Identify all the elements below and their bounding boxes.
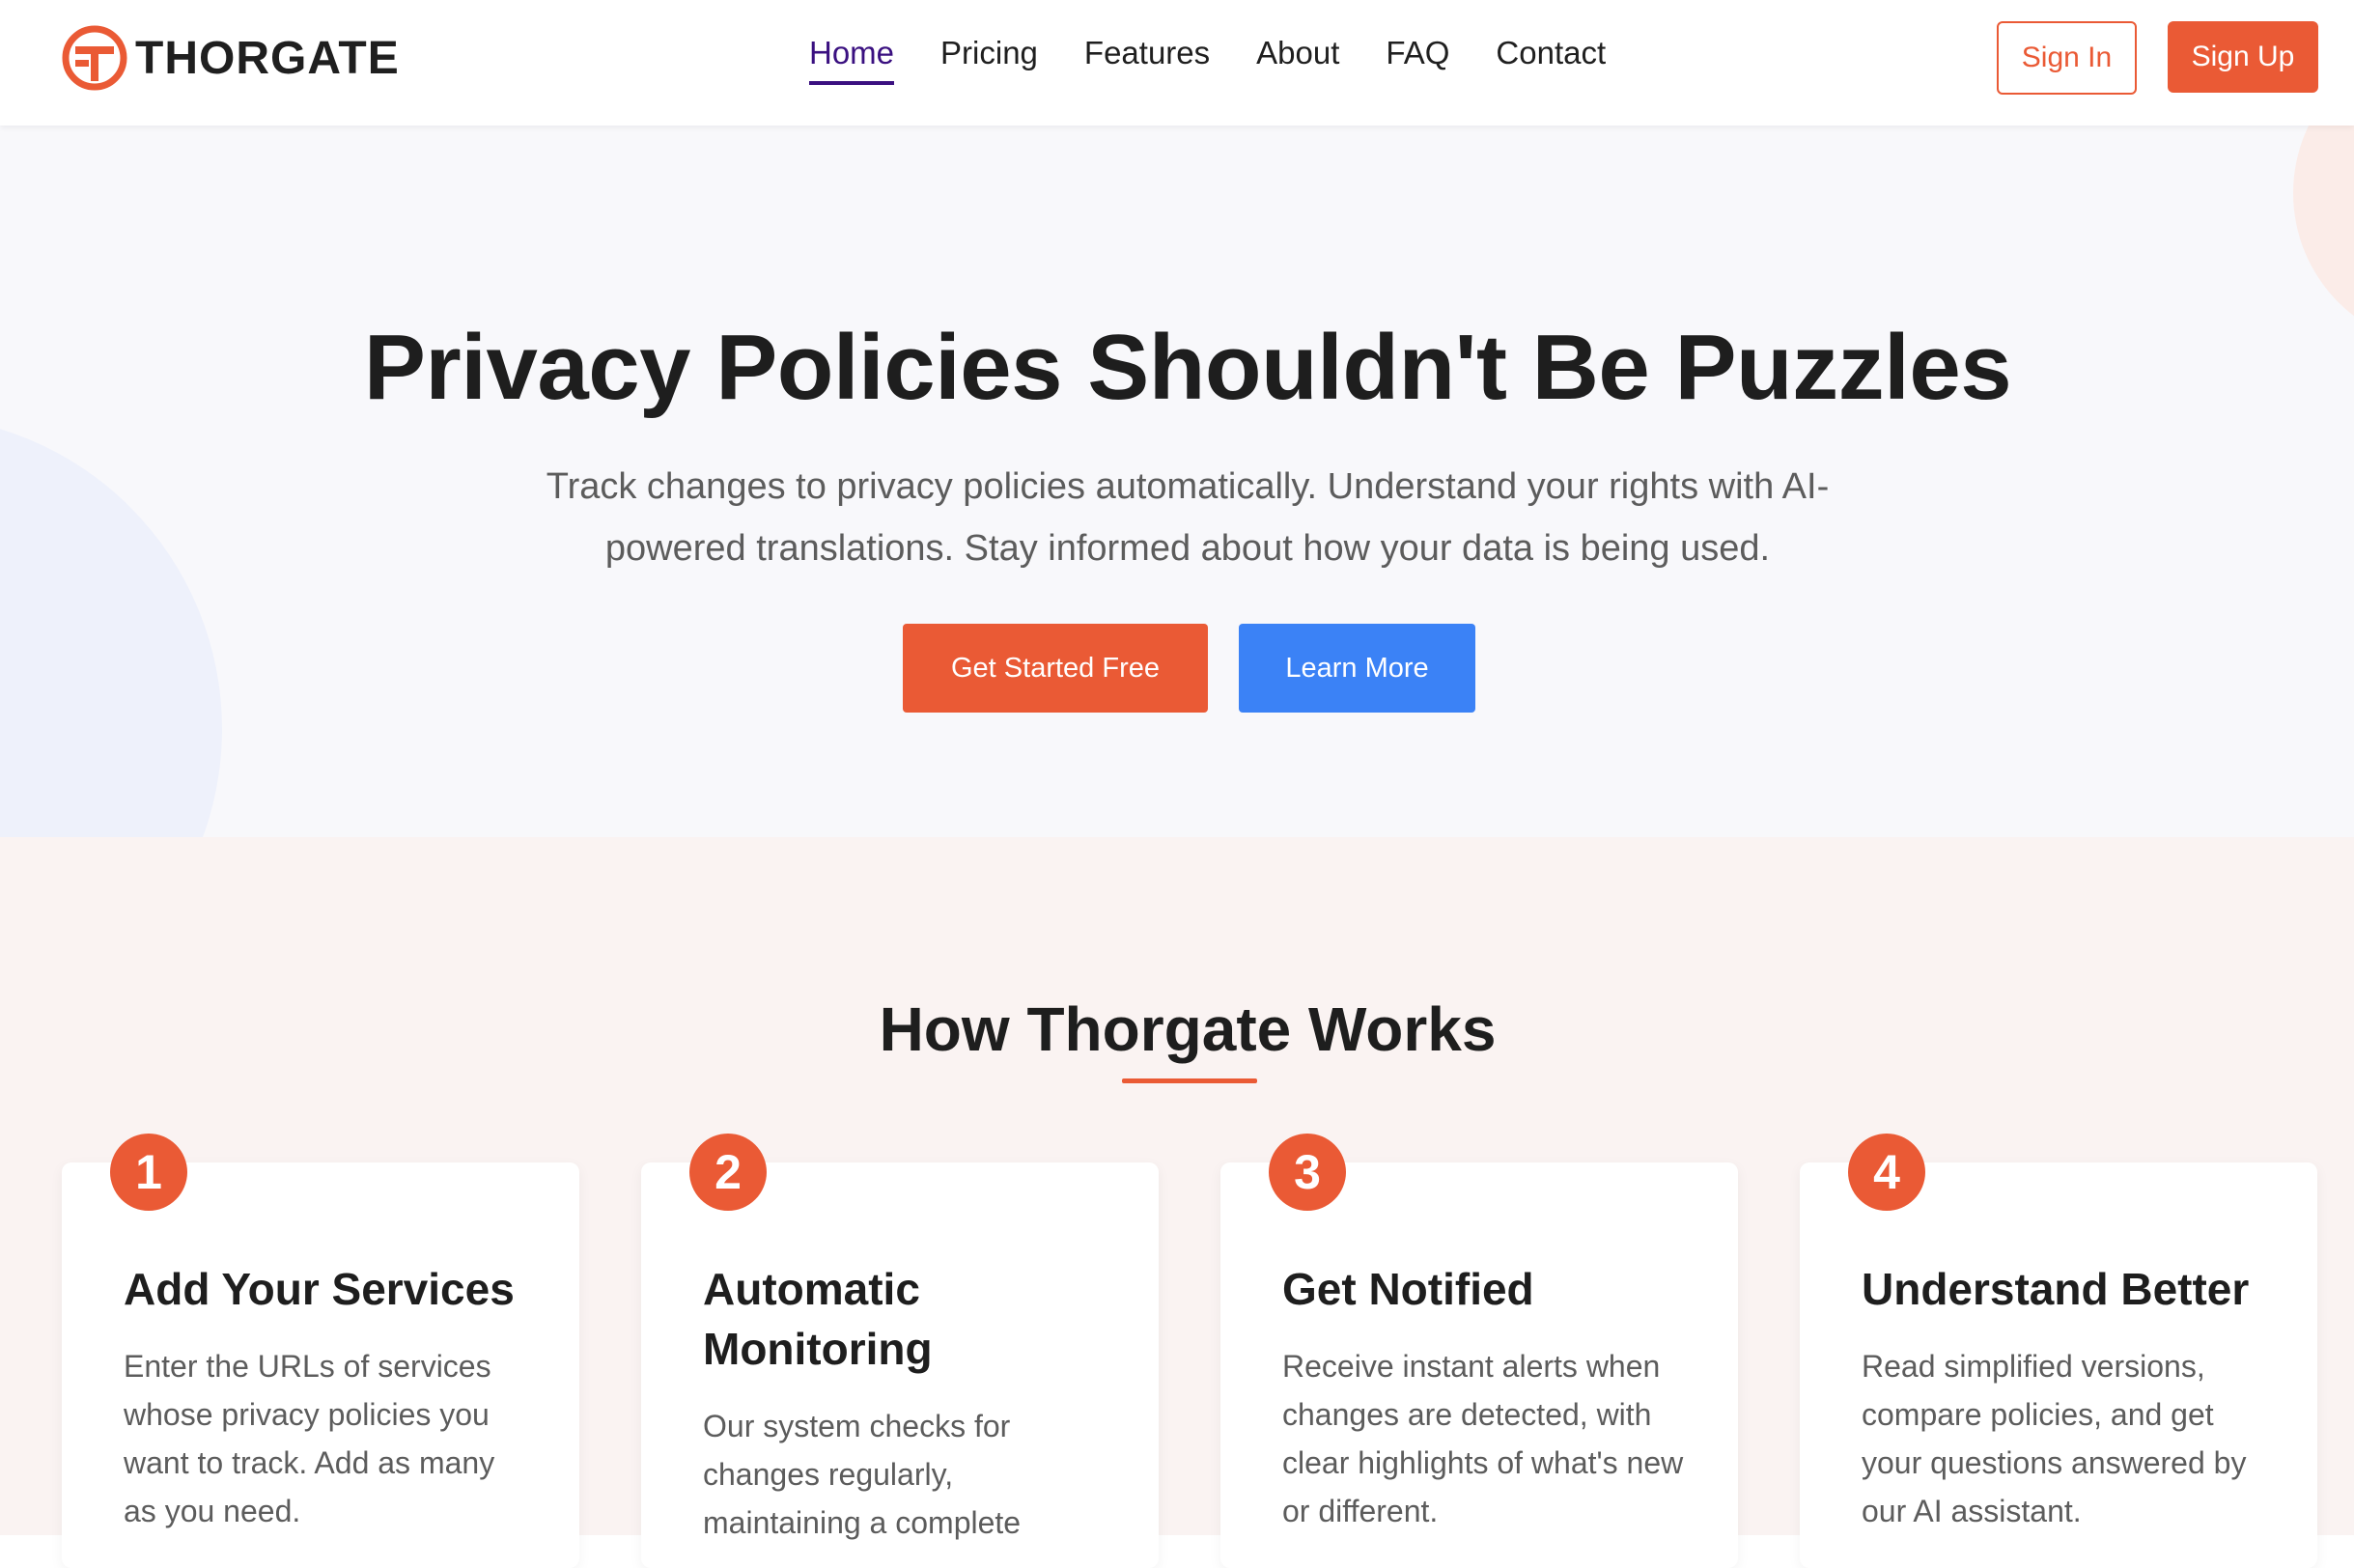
step-description: Read simplified versions, compare polici…: [1862, 1349, 2247, 1528]
step-description: Receive instant alerts when changes are …: [1282, 1349, 1684, 1528]
hero-subtitle: Track changes to privacy policies automa…: [546, 466, 1830, 569]
thorgate-logo-icon: [62, 25, 127, 91]
step-card-3: 3 Get Notified Receive instant alerts wh…: [1220, 1134, 1738, 1568]
brand-logo[interactable]: THORGATE: [60, 23, 400, 93]
nav-home[interactable]: Home: [809, 35, 895, 85]
nav-features[interactable]: Features: [1084, 35, 1210, 81]
step-description: Enter the URLs of services whose privacy…: [124, 1349, 495, 1528]
step-title: Automatic Monitoring: [703, 1264, 933, 1374]
section-title-underline: [1122, 1078, 1257, 1083]
section-title: How Thorgate Works: [879, 994, 1497, 1064]
hero-title: Privacy Policies Shouldn't Be Puzzles: [363, 316, 2012, 419]
sign-in-button[interactable]: Sign In: [1997, 21, 2137, 95]
step-number-badge: 1: [110, 1134, 187, 1211]
sign-up-button[interactable]: Sign Up: [2168, 21, 2318, 93]
nav-pricing[interactable]: Pricing: [940, 35, 1038, 81]
step-number-badge: 3: [1269, 1134, 1346, 1211]
learn-more-button[interactable]: Learn More: [1239, 624, 1475, 713]
decorative-blob-left: [0, 415, 222, 837]
site-header: THORGATE Home Pricing Features About FAQ…: [0, 0, 2354, 126]
step-title: Understand Better: [1862, 1264, 2250, 1314]
step-description: Our system checks for changes regularly,…: [703, 1409, 1022, 1540]
get-started-button[interactable]: Get Started Free: [903, 624, 1208, 713]
nav-about[interactable]: About: [1256, 35, 1339, 81]
step-card-2: 2 Automatic Monitoring Our system checks…: [641, 1134, 1159, 1568]
step-card-1: 1 Add Your Services Enter the URLs of se…: [62, 1134, 579, 1568]
step-card-4: 4 Understand Better Read simplified vers…: [1800, 1134, 2317, 1568]
how-it-works-section: How Thorgate Works 1 Add Your Services E…: [0, 837, 2354, 1568]
step-title: Add Your Services: [124, 1264, 515, 1314]
hero-section: Privacy Policies Shouldn't Be Puzzles Tr…: [0, 126, 2354, 837]
step-number-badge: 4: [1848, 1134, 1925, 1211]
brand-name: THORGATE: [135, 32, 400, 84]
step-number-badge: 2: [689, 1134, 767, 1211]
nav-faq[interactable]: FAQ: [1386, 35, 1449, 81]
main-nav: Home Pricing Features About FAQ Contact: [809, 35, 1652, 91]
nav-contact[interactable]: Contact: [1496, 35, 1606, 81]
step-title: Get Notified: [1282, 1264, 1534, 1314]
